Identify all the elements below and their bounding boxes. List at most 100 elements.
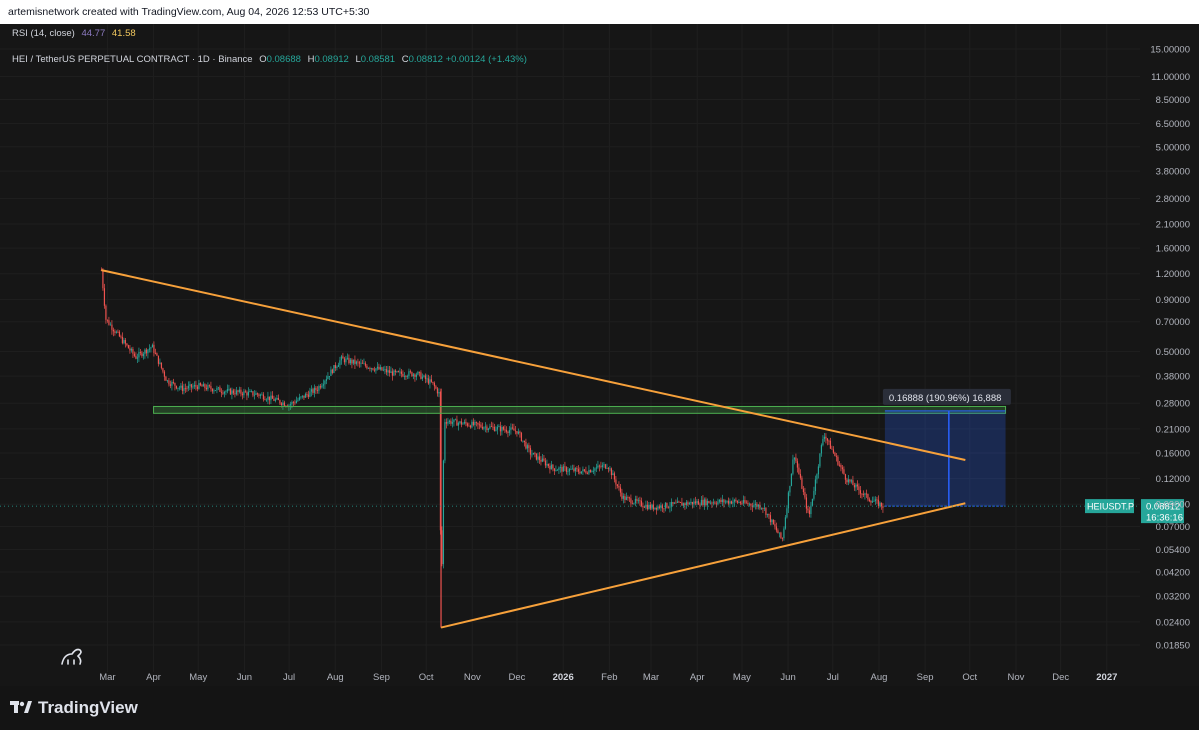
candle-body [339, 360, 341, 366]
candle-body [777, 530, 779, 534]
candle-body [607, 468, 610, 469]
attribution-bar: artemisnetwork created with TradingView.… [0, 0, 1199, 24]
candle-body [876, 499, 878, 501]
candle-body [816, 474, 818, 480]
symbol-legend[interactable]: HEI / TetherUS PERPETUAL CONTRACT · 1D ·… [12, 54, 527, 65]
candle-body [465, 421, 467, 424]
candle-body [832, 449, 835, 453]
measure-label-text: 0.16888 (190.96%) 16,888 [889, 393, 1002, 404]
candle-body [774, 524, 776, 527]
candle-body [117, 331, 119, 333]
time-tick-label: Oct [419, 672, 434, 683]
price-chart[interactable]: 0.16888 (190.96%) 16,888 HEIUSDT.P 0.08812… [0, 24, 1199, 686]
candle-body [805, 497, 808, 509]
candle-body [420, 372, 422, 379]
candle-body [871, 501, 874, 503]
candle-body [366, 365, 368, 369]
candle-body [628, 497, 631, 499]
time-tick-label: Apr [146, 672, 161, 683]
candle-body [453, 419, 455, 423]
candle-body [847, 479, 850, 483]
candle-body [417, 371, 419, 375]
candle-body [162, 368, 164, 372]
open-value: 0.08688 [266, 54, 301, 65]
price-tick-label: 0.90000 [1156, 295, 1190, 306]
candle-body [459, 421, 461, 423]
tradingview-logo[interactable]: TradingView [10, 698, 138, 718]
candle-body [340, 356, 343, 361]
candle-body [729, 501, 731, 504]
candle-body [172, 381, 175, 383]
candle-body [397, 371, 400, 372]
candle-body [267, 396, 269, 400]
candle-body [190, 384, 193, 388]
candle-body [864, 493, 866, 495]
candle-body [109, 324, 112, 326]
candle-body [364, 363, 367, 366]
candle-body [558, 467, 560, 470]
candle-body [429, 379, 431, 384]
candle-body [456, 419, 458, 426]
candle-body [153, 344, 155, 353]
candle-body [741, 503, 743, 505]
candle-body [264, 399, 266, 401]
candle-body [843, 469, 845, 475]
candle-body [378, 366, 380, 370]
candle-body [319, 386, 322, 388]
candle-body [178, 387, 181, 389]
candle-body [481, 426, 484, 429]
candle-body [466, 423, 469, 426]
candle-body [138, 352, 140, 358]
candle-body [757, 504, 760, 507]
candle-body [394, 370, 397, 372]
candle-body [868, 499, 871, 502]
candle-body [874, 499, 877, 502]
candle-body [487, 428, 490, 430]
candle-body [514, 430, 517, 432]
rsi-legend[interactable]: RSI (14, close) 44.77 41.58 [12, 28, 136, 39]
candle-body [412, 374, 415, 377]
candle-body [223, 391, 226, 394]
candle-body [444, 422, 446, 461]
candle-body [454, 419, 457, 421]
candle-body [553, 468, 556, 471]
candle-body [859, 490, 862, 494]
candle-body [786, 508, 788, 518]
candle-body [591, 471, 593, 473]
candle-body [664, 502, 667, 509]
time-tick-label: Mar [643, 672, 659, 683]
price-tick-label: 0.12000 [1156, 474, 1190, 485]
candle-body [295, 400, 298, 404]
candle-body [474, 422, 476, 426]
price-tick-label: 2.10000 [1156, 219, 1190, 230]
candle-body [250, 391, 253, 393]
candle-body [291, 402, 293, 405]
candle-body [432, 381, 434, 384]
candle-body [747, 502, 749, 505]
candle-body [193, 385, 196, 387]
candle-body [736, 500, 739, 503]
candle-body [186, 388, 188, 390]
candle-body [661, 505, 664, 509]
candle-body [135, 355, 137, 359]
candle-body [589, 470, 592, 473]
candle-body [618, 485, 620, 488]
candle-body [261, 394, 263, 396]
candle-body [249, 391, 251, 393]
candle-body [634, 498, 637, 504]
candle-body [463, 421, 466, 424]
candle-body [387, 370, 389, 373]
candle-body [513, 428, 515, 431]
candle-body [246, 392, 248, 396]
price-tick-label: 1.20000 [1156, 269, 1190, 280]
candle-body [852, 480, 854, 486]
candle-body [546, 463, 548, 466]
candle-body [367, 368, 370, 369]
time-tick-label: Jun [780, 672, 795, 683]
candle-body [450, 420, 452, 424]
candle-body [160, 362, 163, 369]
candle-body [379, 367, 382, 370]
time-tick-label: 2026 [553, 672, 574, 683]
candle-body [841, 467, 844, 470]
candle-body [103, 288, 106, 306]
